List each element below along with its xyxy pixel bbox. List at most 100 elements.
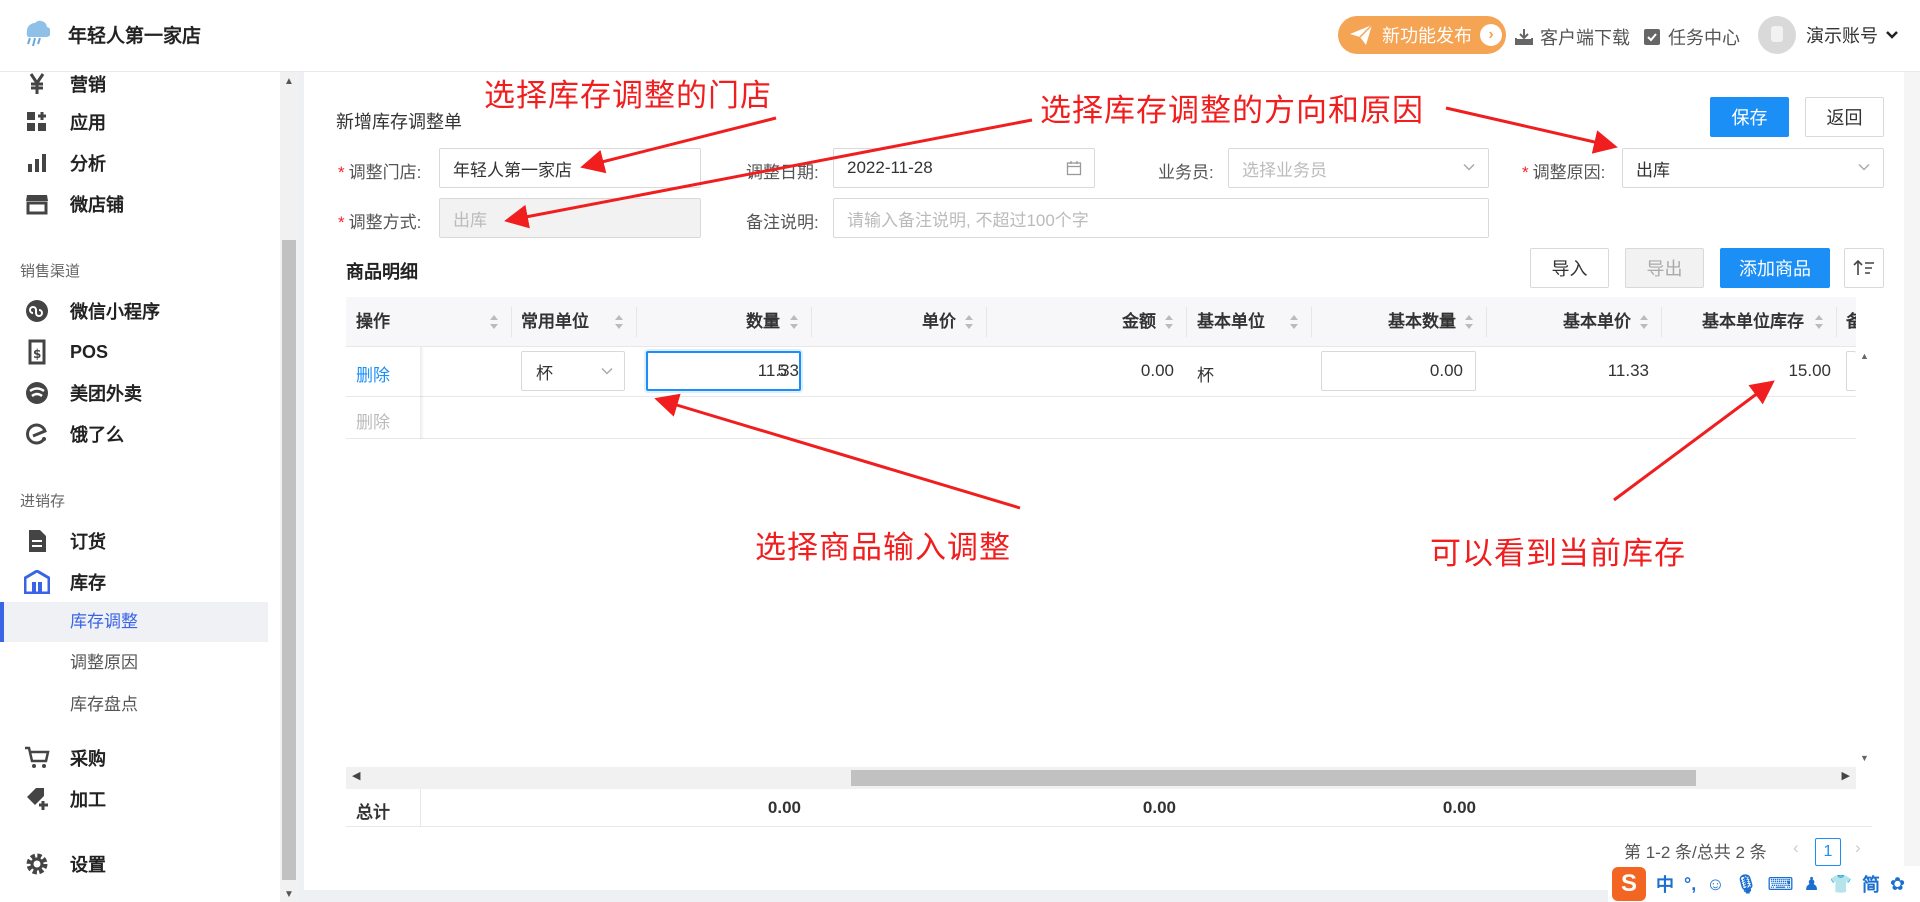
sidebar-item-microstore[interactable]: 微店铺 [24, 184, 124, 224]
warehouse-icon [24, 569, 50, 595]
sort-arrows-icon[interactable] [1464, 313, 1474, 331]
sidebar-item-wechat-mini[interactable]: 微信小程序 [24, 291, 160, 331]
base-qty-input[interactable]: 0.00 [1321, 351, 1476, 391]
sidebar-scrollbar[interactable]: ▲ ▼ [280, 72, 298, 902]
chevron-down-icon [1858, 163, 1870, 171]
tag-plus-icon [24, 786, 50, 812]
sidebar-subitem-adjust-reason[interactable]: 调整原因 [70, 643, 138, 683]
keyboard-icon[interactable]: ⌨ [1767, 874, 1793, 895]
column-divider [986, 307, 987, 337]
remark-input[interactable]: 请输入备注说明, 不超过100个字 [833, 198, 1489, 238]
ime-toolbar[interactable]: S 中 °, ☺ 🎙 ⌨ ♟ 👕 简 ✿ [1608, 866, 1920, 902]
column-divider [511, 307, 512, 337]
account-menu[interactable]: 演示账号 [1758, 16, 1900, 54]
table-horizontal-scrollbar[interactable]: ◀ ▶ [346, 767, 1856, 789]
sidebar-item-pos[interactable]: $ POS [24, 332, 108, 372]
sort-arrows-icon[interactable] [614, 313, 624, 331]
scroll-up-arrow-icon[interactable]: ▲ [1860, 351, 1869, 361]
sidebar-item-processing[interactable]: 加工 [24, 779, 106, 819]
back-button[interactable]: 返回 [1805, 97, 1884, 137]
chevron-down-icon [1463, 163, 1475, 171]
scroll-down-arrow-icon[interactable]: ▼ [1860, 753, 1869, 763]
sidebar-subitem-stock-adjust[interactable]: 库存调整 [70, 602, 138, 642]
add-goods-button[interactable]: 添加商品 [1720, 248, 1830, 288]
base-price-cell: 11.33 [1607, 361, 1649, 380]
date-picker[interactable]: 2022-11-28 [833, 148, 1095, 188]
reason-label: * 调整原因: [1522, 158, 1605, 183]
scroll-up-arrow-icon[interactable]: ▲ [284, 76, 294, 87]
sidebar-item-meituan[interactable]: 美团外卖 [24, 373, 142, 413]
scroll-down-arrow-icon[interactable]: ▼ [284, 889, 294, 900]
sogou-logo-icon: S [1612, 867, 1646, 901]
main-scrollbar[interactable] [1904, 72, 1920, 890]
meituan-icon [24, 380, 50, 406]
next-page-icon[interactable]: › [1855, 838, 1861, 858]
task-center-link[interactable]: 任务中心 [1642, 24, 1740, 50]
sort-arrows-icon[interactable] [489, 313, 499, 331]
col-header-price: 单价 [922, 312, 956, 331]
chevron-down-icon [601, 367, 613, 375]
sidebar-item-stock[interactable]: 库存 [24, 562, 106, 602]
reason-select[interactable]: 出库 [1622, 148, 1884, 188]
base-stock-cell: 15.00 [1788, 361, 1831, 380]
user-icon[interactable]: ♟ [1803, 874, 1819, 895]
sort-arrows-icon[interactable] [789, 313, 799, 331]
page-number-button[interactable]: 1 [1815, 838, 1841, 866]
sidebar-item-settings[interactable]: 设置 [24, 844, 106, 884]
sidebar-item-marketing[interactable]: 营销 [24, 72, 106, 104]
base-qty-value: 0.00 [1429, 361, 1463, 380]
import-button[interactable]: 导入 [1530, 248, 1609, 288]
brand[interactable]: 年轻人第一家店 [18, 14, 201, 54]
cart-icon [24, 745, 50, 771]
scrollbar-thumb[interactable] [851, 770, 1696, 786]
scrollbar-thumb[interactable] [282, 240, 296, 880]
sidebar-item-eleme[interactable]: 饿了么 [24, 414, 124, 454]
annotation-store: 选择库存调整的门店 [484, 78, 772, 113]
store-value: 年轻人第一家店 [453, 160, 572, 180]
new-feature-button[interactable]: 新功能发布 › [1338, 16, 1506, 54]
scroll-right-arrow-icon[interactable]: ▶ [1842, 769, 1850, 782]
prev-page-icon[interactable]: ‹ [1793, 838, 1799, 858]
sidebar-item-purchase[interactable]: 采购 [24, 738, 106, 778]
microphone-icon[interactable]: 🎙 [1735, 874, 1758, 895]
task-check-icon [1644, 29, 1660, 45]
ime-mode-chinese[interactable]: 中 [1656, 871, 1674, 897]
delete-link[interactable]: 删除 [356, 361, 390, 386]
sidebar-item-apps[interactable]: 应用 [24, 102, 106, 142]
delete-link[interactable]: 删除 [356, 408, 390, 433]
sort-settings-button[interactable] [1844, 248, 1884, 288]
date-label: 调整日期: [746, 163, 819, 182]
sort-arrows-icon[interactable] [1639, 313, 1649, 331]
table-vertical-scrollbar[interactable]: ▲ ▼ [1856, 347, 1872, 767]
apps-icon[interactable]: ✿ [1890, 874, 1905, 895]
unit-select[interactable]: 杯 [521, 351, 625, 391]
scroll-left-arrow-icon[interactable]: ◀ [352, 769, 360, 782]
col-header-base-stock: 基本单位库存 [1702, 312, 1804, 331]
sort-arrows-icon[interactable] [1814, 313, 1824, 331]
skin-icon[interactable]: 👕 [1830, 874, 1852, 895]
document-icon [24, 528, 50, 554]
sidebar-subitem-stocktake[interactable]: 库存盘点 [70, 685, 138, 725]
emoji-icon[interactable]: ☺ [1706, 874, 1724, 895]
col-header-base-price: 基本单价 [1563, 312, 1631, 331]
paper-plane-icon [1350, 24, 1373, 45]
sidebar-item-analysis[interactable]: 分析 [24, 143, 106, 183]
sidebar: 营销 应用 分析 微店铺 销售渠道 微信小程序 $ POS 美团外卖 饿了么 进… [0, 72, 298, 902]
remark-cell-input[interactable] [1846, 351, 1856, 391]
sort-arrows-icon[interactable] [1289, 313, 1299, 331]
store-select[interactable]: 年轻人第一家店 [439, 148, 701, 188]
save-button[interactable]: 保存 [1710, 97, 1789, 137]
sidebar-item-ordering[interactable]: 订货 [24, 521, 106, 561]
punctuation-icon[interactable]: °, [1684, 874, 1696, 895]
client-download-link[interactable]: 客户端下载 [1514, 24, 1630, 50]
sort-arrows-icon[interactable] [1164, 313, 1174, 331]
col-header-unit: 常用单位 [521, 312, 589, 331]
client-download-label: 客户端下载 [1540, 28, 1630, 48]
sort-arrows-icon[interactable] [964, 313, 974, 331]
salesman-select[interactable]: 选择业务员 [1228, 148, 1489, 188]
salesman-placeholder: 选择业务员 [1242, 160, 1327, 180]
column-divider [636, 307, 637, 337]
ime-simplified[interactable]: 简 [1862, 871, 1880, 897]
menu-group-sales: 销售渠道 [20, 263, 81, 280]
table-header: 操作 常用单位 数量 单价 金额 基本单位 基本数量 基本单价 基本单位库存 备… [346, 297, 1856, 347]
